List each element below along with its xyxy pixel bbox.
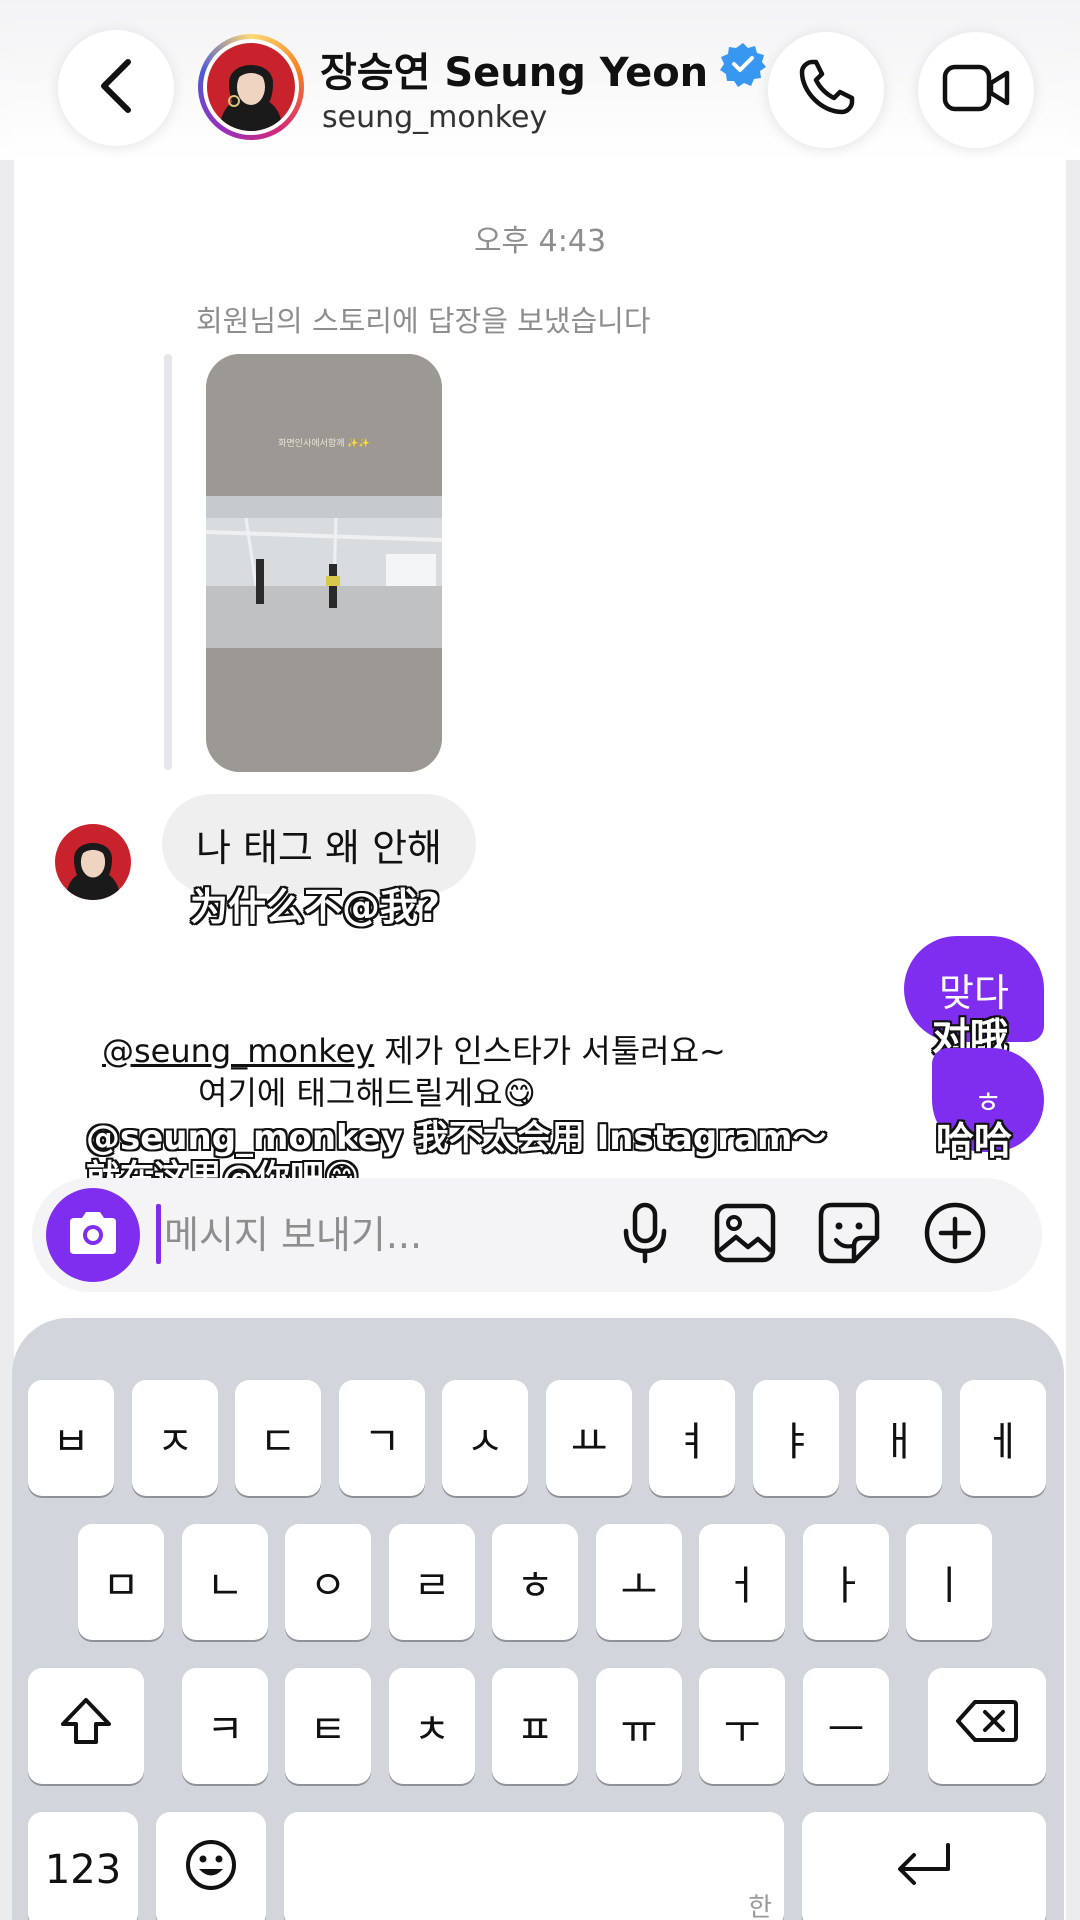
emoji-key[interactable] (156, 1812, 266, 1920)
camera-icon (66, 1210, 120, 1260)
mention-tag: @seung_monkey (102, 1032, 375, 1070)
sent-message-subtitle: 哈哈 (936, 1119, 1013, 1163)
key[interactable]: ㅐ (856, 1380, 942, 1496)
key[interactable]: ㅣ (906, 1524, 992, 1640)
dm-screen: 장승연 Seung Yeon seung_monkey 오후 4:43 회원님의… (0, 0, 1080, 1920)
received-message-text: 나 태그 왜 안해 (196, 825, 442, 870)
return-icon (892, 1841, 956, 1899)
key[interactable]: ㅇ (285, 1524, 371, 1640)
key[interactable]: ㅁ (78, 1524, 164, 1640)
text-caret (156, 1204, 161, 1264)
numbers-key[interactable]: 123 (28, 1812, 138, 1920)
key[interactable]: ㅂ (28, 1380, 114, 1496)
emoji-icon (184, 1838, 238, 1902)
caption-line: 여기에 태그해드릴게요😋 (198, 1074, 536, 1112)
microphone-icon (620, 1201, 670, 1269)
contact-username: seung_monkey (322, 100, 548, 135)
story-reply-note: 회원님의 스토리에 답장을 보냈습니다 (196, 304, 651, 338)
more-options-button[interactable] (918, 1198, 992, 1272)
space-key[interactable]: 한 (284, 1812, 784, 1920)
key[interactable]: ㅔ (960, 1380, 1046, 1496)
korean-keyboard: ㅂ ㅈ ㄷ ㄱ ㅅ ㅛ ㅕ ㅑ ㅐ ㅔ ㅁ ㄴ ㅇ ㄹ ㅎ ㅗ ㅓ ㅏ ㅣ ㅋ … (12, 1318, 1064, 1920)
video-call-button[interactable] (918, 32, 1034, 148)
verified-badge-icon (720, 41, 767, 97)
voice-call-button[interactable] (768, 32, 884, 148)
key[interactable]: ㅠ (596, 1668, 682, 1784)
return-key[interactable] (802, 1812, 1046, 1920)
sticker-icon (818, 1202, 880, 1268)
key[interactable]: ㅡ (803, 1668, 889, 1784)
plus-icon (923, 1201, 987, 1269)
back-button[interactable] (58, 30, 174, 146)
key[interactable]: ㅈ (132, 1380, 218, 1496)
sender-avatar[interactable] (55, 824, 131, 900)
key[interactable]: ㅛ (546, 1380, 632, 1496)
avatar-image (207, 43, 295, 131)
story-preview[interactable]: 화면인사에서함께 ✨✨ (206, 354, 442, 772)
message-composer (32, 1178, 1042, 1292)
key[interactable]: ㄴ (182, 1524, 268, 1640)
key[interactable]: ㅅ (442, 1380, 528, 1496)
key[interactable]: ㅕ (649, 1380, 735, 1496)
key[interactable]: ㄱ (339, 1380, 425, 1496)
video-call-icon (941, 61, 1011, 119)
back-icon (94, 56, 138, 120)
screen-edge-right (1066, 0, 1080, 1920)
received-message-subtitle: 为什么不@我? (190, 885, 441, 929)
caption-text: 제가 인스타가 서툴러요~ (384, 1032, 726, 1070)
key[interactable]: ㅊ (389, 1668, 475, 1784)
key[interactable]: ㄷ (235, 1380, 321, 1496)
gallery-icon (714, 1203, 776, 1267)
story-image (206, 354, 442, 772)
microphone-button[interactable] (608, 1198, 682, 1272)
sticker-button[interactable] (812, 1198, 886, 1272)
shift-key[interactable] (28, 1668, 144, 1784)
camera-button[interactable] (46, 1188, 140, 1282)
language-hint: 한 (748, 1893, 772, 1920)
contact-name[interactable]: 장승연 Seung Yeon (320, 40, 767, 98)
chat-header: 장승연 Seung Yeon seung_monkey (0, 0, 1080, 160)
key[interactable]: ㅓ (699, 1524, 785, 1640)
caption-line: @seung_monkey 제가 인스타가 서툴러요~ (102, 1026, 726, 1072)
key[interactable]: ㅎ (492, 1524, 578, 1640)
message-input[interactable] (164, 1200, 504, 1270)
key[interactable]: ㅋ (182, 1668, 268, 1784)
key[interactable]: ㅑ (753, 1380, 839, 1496)
gallery-button[interactable] (708, 1198, 782, 1272)
shift-icon (59, 1696, 113, 1756)
key[interactable]: ㄹ (389, 1524, 475, 1640)
key[interactable]: ㅏ (803, 1524, 889, 1640)
message-timestamp: 오후 4:43 (473, 224, 607, 259)
story-reply-bar (164, 354, 172, 770)
backspace-icon (955, 1698, 1019, 1754)
backspace-key[interactable] (928, 1668, 1046, 1784)
key[interactable]: ㅍ (492, 1668, 578, 1784)
contact-display-name: 장승연 Seung Yeon (320, 50, 709, 96)
header-avatar[interactable] (198, 34, 304, 140)
story-caption: 화면인사에서함께 ✨✨ (278, 439, 370, 449)
key[interactable]: ㅗ (596, 1524, 682, 1640)
phone-icon (794, 56, 858, 124)
key[interactable]: ㅌ (285, 1668, 371, 1784)
key[interactable]: ㅜ (699, 1668, 785, 1784)
